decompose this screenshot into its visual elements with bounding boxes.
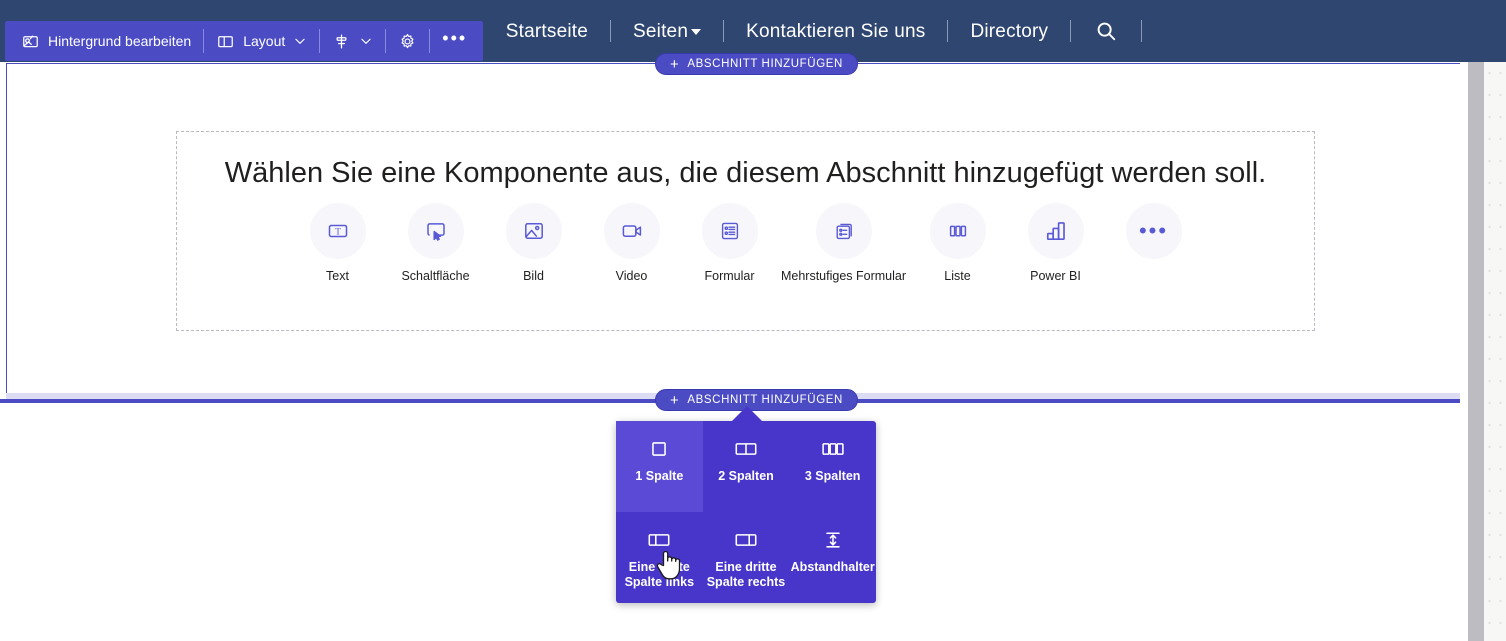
component-liste-label: Liste [944,269,970,283]
nav-link-seiten-label: Seiten [633,21,688,42]
edit-background-label: Hintergrund bearbeiten [48,33,191,49]
component-power-bi-label: Power BI [1030,269,1081,283]
component-bild-label: Bild [523,269,544,283]
ellipsis-icon: ••• [442,29,467,53]
gear-icon [398,32,417,51]
video-camera-icon [604,203,660,259]
editor-toolbar: Hintergrund bearbeiten Layout [5,21,483,61]
component-mehrstufiges-formular-label: Mehrstufiges Formular [781,269,906,283]
add-section-top-label: ABSCHNITT HINZUFÜGEN [687,58,843,70]
layout-button[interactable]: Layout [206,21,317,61]
layout-columns-icon [216,32,235,51]
site-nav-links: Startseite Seiten Kontaktieren Sie uns D… [484,20,1143,42]
add-section-button-top[interactable]: + ABSCHNITT HINZUFÜGEN [655,53,858,75]
nav-link-directory[interactable]: Directory [948,22,1070,41]
toolbar-more-button[interactable]: ••• [432,21,477,61]
settings-button[interactable] [388,21,427,61]
component-formular[interactable]: Formular [681,203,779,283]
vertical-scrollbar-track[interactable] [1484,62,1506,641]
ellipsis-icon: ••• [1126,203,1182,259]
component-schaltflaeche[interactable]: Schaltfläche [387,203,485,283]
component-picker: Wählen Sie eine Komponente aus, die dies… [176,131,1315,331]
component-text-label: Text [326,269,349,283]
plus-icon: + [670,57,679,72]
multistep-form-icon [816,203,872,259]
page-canvas: + ABSCHNITT HINZUFÜGEN Wählen Sie eine K… [0,62,1506,641]
layout-option-1-spalte[interactable]: 1 Spalte [616,421,703,512]
toolbar-separator [203,29,204,53]
chevron-down-icon [359,34,373,48]
layout-option-1-spalte-label: 1 Spalte [635,469,683,484]
one-column-icon [648,438,670,460]
page-root: Startseite Seiten Kontaktieren Sie uns D… [0,0,1506,641]
layout-label: Layout [243,33,285,49]
list-columns-icon [930,203,986,259]
component-video[interactable]: Video [583,203,681,283]
align-distribute-button[interactable] [322,21,383,61]
two-columns-icon [732,438,760,460]
layout-option-dritte-spalte-links-label: Eine dritte Spalte links [617,560,701,591]
component-schaltflaeche-label: Schaltfläche [401,269,469,283]
component-bild[interactable]: Bild [485,203,583,283]
section-layout-flyout: 1 Spalte 2 Spalten [616,421,876,603]
nav-separator [1141,20,1142,42]
search-button[interactable] [1071,20,1141,42]
spacer-icon [822,529,844,551]
align-distribute-icon [332,32,351,51]
component-liste[interactable]: Liste [909,203,1007,283]
component-text[interactable]: T Text [289,203,387,283]
button-pointer-icon [408,203,464,259]
search-icon [1095,20,1117,42]
form-icon [702,203,758,259]
component-more[interactable]: ••• [1105,203,1203,269]
third-column-right-icon [732,529,760,551]
component-power-bi[interactable]: Power BI [1007,203,1105,283]
layout-option-abstandhalter-label: Abstandhalter [791,560,875,575]
power-bi-bar-chart-icon [1028,203,1084,259]
layout-option-3-spalten-label: 3 Spalten [805,469,861,484]
three-columns-icon [819,438,847,460]
component-list: T Text Schaltfläche [289,203,1203,283]
layout-option-2-spalten-label: 2 Spalten [718,469,774,484]
toolbar-separator [429,29,430,53]
third-column-left-icon [645,529,673,551]
image-icon [506,203,562,259]
nav-link-kontaktieren-sie-uns[interactable]: Kontaktieren Sie uns [724,22,947,41]
toolbar-separator [319,29,320,53]
layout-option-dritte-spalte-rechts-label: Eine dritte Spalte rechts [704,560,788,591]
layout-option-dritte-spalte-links[interactable]: Eine dritte Spalte links [616,512,703,603]
svg-text:T: T [335,228,341,238]
component-formular-label: Formular [704,269,754,283]
flyout-pointer-arrow [731,406,763,422]
component-picker-title: Wählen Sie eine Komponente aus, die dies… [208,154,1283,193]
canvas-right-gap [1460,62,1468,641]
add-section-bottom-label: ABSCHNITT HINZUFÜGEN [687,394,843,406]
text-box-icon: T [310,203,366,259]
layout-option-abstandhalter[interactable]: Abstandhalter [789,512,876,603]
toolbar-separator [385,29,386,53]
nav-link-seiten[interactable]: Seiten [611,22,723,41]
layout-option-3-spalten[interactable]: 3 Spalten [789,421,876,512]
edit-background-icon [21,32,40,51]
component-mehrstufiges-formular[interactable]: Mehrstufiges Formular [779,203,909,283]
layout-option-2-spalten[interactable]: 2 Spalten [703,421,790,512]
plus-icon: + [670,393,679,408]
chevron-down-icon [691,29,701,35]
chevron-down-icon [293,34,307,48]
nav-link-startseite[interactable]: Startseite [484,22,610,41]
vertical-scrollbar-thumb[interactable] [1468,62,1484,641]
layout-option-dritte-spalte-rechts[interactable]: Eine dritte Spalte rechts [703,512,790,603]
component-video-label: Video [616,269,648,283]
edit-background-button[interactable]: Hintergrund bearbeiten [11,21,201,61]
